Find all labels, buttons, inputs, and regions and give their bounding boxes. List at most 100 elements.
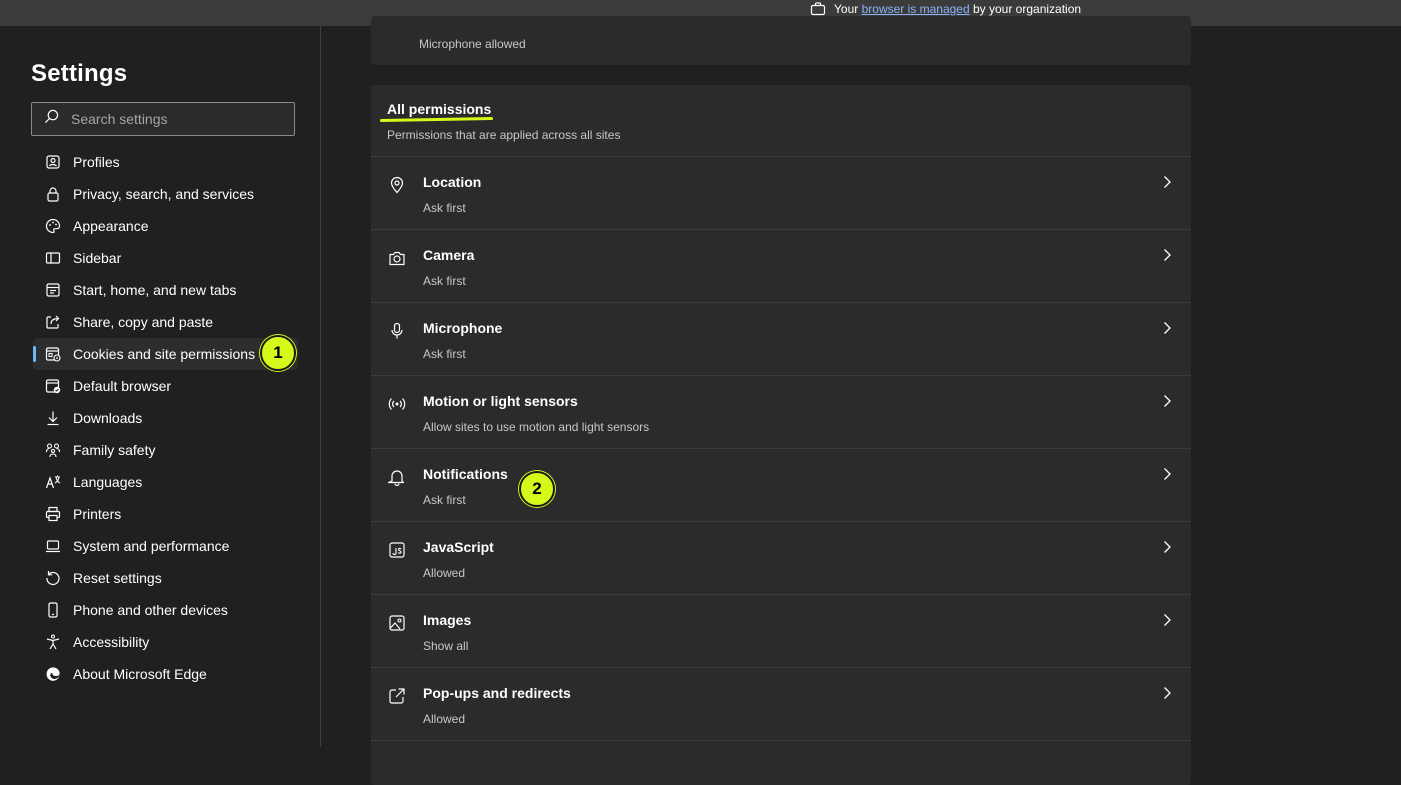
permission-row-microphone[interactable]: Microphone Ask first bbox=[371, 303, 1191, 376]
download-icon bbox=[45, 410, 61, 426]
sidebar-item-system-performance[interactable]: System and performance bbox=[33, 530, 298, 562]
sidebar-item-reset[interactable]: Reset settings bbox=[33, 562, 298, 594]
sidebar-item-label: Default browser bbox=[73, 378, 172, 394]
permission-name: Images bbox=[423, 612, 472, 628]
location-pin-icon bbox=[388, 176, 406, 194]
permission-status: Ask first bbox=[423, 493, 466, 507]
settings-title: Settings bbox=[31, 60, 128, 87]
sidebar-item-label: Privacy, search, and services bbox=[73, 186, 255, 202]
permission-name: Notifications bbox=[423, 466, 508, 482]
sidebar-item-sidebar[interactable]: Sidebar bbox=[33, 242, 298, 274]
microphone-icon bbox=[388, 322, 406, 340]
highlight-underline bbox=[379, 117, 494, 122]
sidebar-item-profiles[interactable]: Profiles bbox=[33, 146, 298, 178]
sidebar-item-label: System and performance bbox=[73, 538, 230, 554]
chevron-right-icon bbox=[1159, 393, 1175, 409]
chevron-right-icon bbox=[1159, 174, 1175, 190]
sidebar-item-label: Reset settings bbox=[73, 570, 162, 586]
permission-row-camera[interactable]: Camera Ask first bbox=[371, 230, 1191, 303]
sidebar-item-label: Languages bbox=[73, 474, 143, 490]
briefcase-icon bbox=[810, 2, 826, 16]
sidebar-item-phone-devices[interactable]: Phone and other devices bbox=[33, 594, 298, 626]
sidebar-item-start-home[interactable]: Start, home, and new tabs bbox=[33, 274, 298, 306]
sidebar-item-accessibility[interactable]: Accessibility bbox=[33, 626, 298, 658]
settings-sidebar: Settings Profiles Privacy, search, and s… bbox=[0, 26, 321, 747]
all-permissions-card: All permissions Permissions that are app… bbox=[371, 85, 1191, 785]
printer-icon bbox=[45, 506, 61, 522]
managed-prefix: Your bbox=[834, 2, 859, 16]
sidebar-item-share[interactable]: Share, copy and paste bbox=[33, 306, 298, 338]
permission-row-javascript[interactable]: JavaScript Allowed bbox=[371, 522, 1191, 595]
sidebar-item-appearance[interactable]: Appearance bbox=[33, 210, 298, 242]
laptop-icon bbox=[45, 538, 61, 554]
bell-icon bbox=[388, 468, 406, 486]
permission-row-notifications[interactable]: Notifications Ask first bbox=[371, 449, 1191, 522]
all-permissions-description: Permissions that are applied across all … bbox=[387, 128, 621, 142]
sidebar-item-label: Start, home, and new tabs bbox=[73, 282, 237, 298]
edge-logo-icon bbox=[45, 666, 61, 682]
step-badge-1: 1 bbox=[260, 335, 296, 371]
sidebar-item-cookies-permissions[interactable]: Cookies and site permissions bbox=[33, 338, 298, 370]
share-icon bbox=[45, 314, 61, 330]
permission-status: Allowed bbox=[423, 566, 466, 580]
appearance-icon bbox=[45, 218, 61, 234]
sidebar-item-label: Cookies and site permissions bbox=[73, 346, 256, 362]
sidebar-item-label: Sidebar bbox=[73, 250, 122, 266]
sidebar-item-downloads[interactable]: Downloads bbox=[33, 402, 298, 434]
browser-managed-link[interactable]: browser is managed bbox=[862, 2, 970, 16]
search-box[interactable] bbox=[31, 102, 295, 136]
permission-row-images[interactable]: Images Show all bbox=[371, 595, 1191, 668]
home-tabs-icon bbox=[45, 282, 61, 298]
sidebar-item-label: Accessibility bbox=[73, 634, 150, 650]
permission-name: Microphone bbox=[423, 320, 503, 336]
permission-name: Pop-ups and redirects bbox=[423, 685, 571, 701]
cookies-permissions-icon bbox=[45, 346, 61, 362]
permission-name: Motion or light sensors bbox=[423, 393, 578, 409]
chevron-right-icon bbox=[1159, 612, 1175, 628]
sidebar-item-printers[interactable]: Printers bbox=[33, 498, 298, 530]
permission-row-location[interactable]: Location Ask first bbox=[371, 157, 1191, 230]
chevron-right-icon bbox=[1159, 320, 1175, 336]
sidebar-icon bbox=[45, 250, 61, 266]
permission-row-motion-sensors[interactable]: Motion or light sensors Allow sites to u… bbox=[371, 376, 1191, 449]
permission-name: Camera bbox=[423, 247, 475, 263]
permission-status: Ask first bbox=[423, 201, 466, 215]
sidebar-item-about-edge[interactable]: About Microsoft Edge bbox=[33, 658, 298, 690]
permission-status: Show all bbox=[423, 639, 469, 653]
default-browser-icon bbox=[45, 378, 61, 394]
family-icon bbox=[45, 442, 61, 458]
sensor-icon bbox=[388, 395, 406, 413]
permission-name: JavaScript bbox=[423, 539, 494, 555]
accessibility-icon bbox=[45, 634, 61, 650]
sidebar-item-languages[interactable]: Languages bbox=[33, 466, 298, 498]
sidebar-item-label: Profiles bbox=[73, 154, 120, 170]
permission-status: Ask first bbox=[423, 274, 466, 288]
top-card: Microphone allowed bbox=[371, 16, 1191, 65]
popup-icon bbox=[388, 687, 406, 705]
settings-nav: Profiles Privacy, search, and services A… bbox=[33, 146, 298, 690]
phone-icon bbox=[45, 602, 61, 618]
managed-notice: Your browser is managed by your organiza… bbox=[810, 2, 1081, 16]
chevron-right-icon bbox=[1159, 466, 1175, 482]
chevron-right-icon bbox=[1159, 247, 1175, 263]
permission-row-popups[interactable]: Pop-ups and redirects Allowed bbox=[371, 668, 1191, 741]
main-content: Microphone allowed All permissions Permi… bbox=[321, 16, 1401, 785]
permission-name: Location bbox=[423, 174, 482, 190]
all-permissions-title: All permissions bbox=[387, 101, 492, 117]
sidebar-item-privacy[interactable]: Privacy, search, and services bbox=[33, 178, 298, 210]
sidebar-item-default-browser[interactable]: Default browser bbox=[33, 370, 298, 402]
sidebar-item-family-safety[interactable]: Family safety bbox=[33, 434, 298, 466]
sidebar-item-label: Printers bbox=[73, 506, 122, 522]
search-input[interactable] bbox=[71, 111, 271, 127]
sidebar-item-label: Share, copy and paste bbox=[73, 314, 214, 330]
permission-status: Allow sites to use motion and light sens… bbox=[423, 420, 650, 434]
languages-icon bbox=[45, 474, 61, 490]
permission-status: Ask first bbox=[423, 347, 466, 361]
sidebar-item-label: Appearance bbox=[73, 218, 149, 234]
chevron-right-icon bbox=[1159, 539, 1175, 555]
permission-status: Allowed bbox=[423, 712, 466, 726]
all-permissions-header: All permissions Permissions that are app… bbox=[371, 85, 1191, 157]
profile-icon bbox=[45, 154, 61, 170]
microphone-allowed-status: Microphone allowed bbox=[419, 37, 526, 51]
search-icon bbox=[44, 109, 59, 129]
